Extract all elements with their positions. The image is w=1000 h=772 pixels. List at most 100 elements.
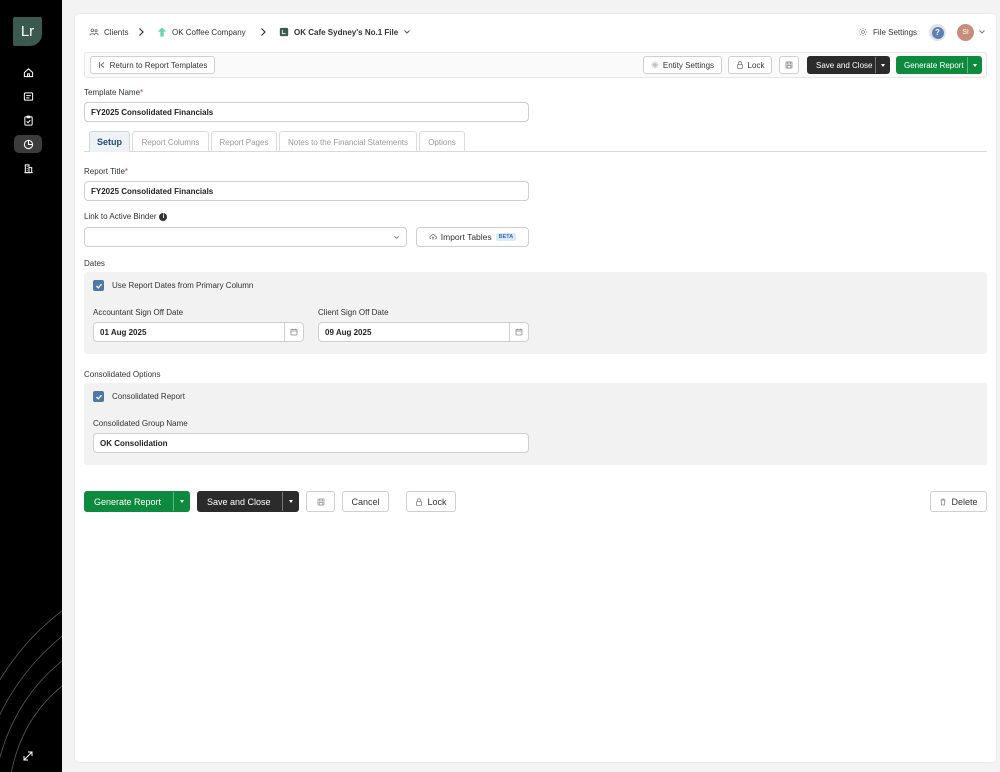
tab-report-columns[interactable]: Report Columns xyxy=(132,131,209,152)
generate-report-label: Generate Report xyxy=(904,60,964,70)
trash-icon xyxy=(940,498,946,505)
save-icon xyxy=(317,498,324,505)
gear-icon xyxy=(651,61,659,69)
tab-options[interactable]: Options xyxy=(419,131,465,152)
nav-clipboard-icon[interactable] xyxy=(14,111,42,129)
use-report-dates-checkbox[interactable] xyxy=(93,280,104,291)
delete-label: Delete xyxy=(951,496,978,507)
cancel-button[interactable]: Cancel xyxy=(342,491,389,512)
breadcrumb-file[interactable]: OK Cafe Sydney's No.1 File xyxy=(279,27,411,37)
breadcrumb: Clients OK Coffee Company OK Cafe Sydney… xyxy=(75,14,996,50)
expand-icon[interactable] xyxy=(22,750,34,762)
generate-report-button[interactable]: Generate Report xyxy=(896,56,982,74)
sidebar: Lr xyxy=(0,0,62,772)
beta-badge: BETA xyxy=(495,233,517,241)
footer-save-and-close-label: Save and Close xyxy=(207,496,271,507)
template-name-label: Template Name* xyxy=(84,88,143,97)
footer-save-and-close-button[interactable]: Save and Close xyxy=(197,491,299,512)
required-marker: * xyxy=(124,167,129,176)
entity-settings-label: Entity Settings xyxy=(662,60,715,70)
accountant-signoff-input[interactable]: 01 Aug 2025 xyxy=(93,322,304,342)
footer-save-and-close-dropdown[interactable] xyxy=(282,492,298,511)
return-to-templates-button[interactable]: Return to Report Templates xyxy=(90,56,215,74)
save-and-close-button[interactable]: Save and Close xyxy=(807,56,890,74)
tab-bar: Setup Report Columns Report Pages Notes … xyxy=(84,130,987,152)
delete-button[interactable]: Delete xyxy=(930,491,987,512)
consolidated-heading: Consolidated Options xyxy=(84,370,161,379)
save-icon-button[interactable] xyxy=(779,56,799,74)
help-glyph: ? xyxy=(931,26,944,39)
accountant-signoff-value: 01 Aug 2025 xyxy=(100,327,147,337)
required-marker: * xyxy=(140,88,144,97)
generate-report-dropdown[interactable] xyxy=(967,57,981,73)
gear-icon xyxy=(858,27,868,37)
app-logo[interactable]: Lr xyxy=(13,17,42,46)
chevron-down-icon[interactable] xyxy=(978,28,986,36)
tab-report-pages[interactable]: Report Pages xyxy=(211,131,277,152)
toolbar: Return to Report Templates Entity Settin… xyxy=(84,52,987,78)
dates-heading: Dates xyxy=(84,259,105,268)
entity-settings-button[interactable]: Entity Settings xyxy=(643,56,722,74)
calendar-button[interactable] xyxy=(284,323,303,341)
nav-list-icon[interactable] xyxy=(14,87,42,105)
import-tables-label: Import Tables xyxy=(440,232,492,242)
template-name-label-text: Template Name xyxy=(84,88,141,97)
calendar-button[interactable] xyxy=(509,323,528,341)
checkmark-icon xyxy=(95,283,102,289)
footer-lock-button[interactable]: Lock xyxy=(406,491,456,512)
tab-notes[interactable]: Notes to the Financial Statements xyxy=(279,131,417,152)
breadcrumb-company[interactable]: OK Coffee Company xyxy=(157,27,246,37)
use-report-dates-label: Use Report Dates from Primary Column xyxy=(112,281,254,290)
users-icon xyxy=(89,28,99,36)
file-icon xyxy=(279,27,289,37)
client-signoff-input[interactable]: 09 Aug 2025 xyxy=(318,322,529,342)
company-arrow-icon xyxy=(157,27,167,37)
footer-generate-report-dropdown[interactable] xyxy=(173,492,189,511)
consolidated-report-checkbox[interactable] xyxy=(93,391,104,402)
file-settings-label: File Settings xyxy=(873,27,918,37)
save-and-close-dropdown[interactable] xyxy=(875,57,889,73)
lock-button[interactable]: Lock xyxy=(728,56,772,74)
save-and-close-label: Save and Close xyxy=(816,60,873,70)
dates-panel: Use Report Dates from Primary Column Acc… xyxy=(84,272,987,354)
footer-lock-label: Lock xyxy=(427,496,447,507)
import-tables-button[interactable]: Import Tables BETA xyxy=(416,227,529,247)
decorative-arcs-icon xyxy=(0,610,62,772)
avatar[interactable]: SI xyxy=(957,24,974,41)
consolidated-report-label: Consolidated Report xyxy=(112,392,185,401)
return-label: Return to Report Templates xyxy=(109,60,208,70)
nav-building-icon[interactable] xyxy=(14,159,42,177)
cloud-upload-icon xyxy=(429,234,437,240)
report-title-input[interactable]: FY2025 Consolidated Financials xyxy=(84,181,529,201)
group-name-input[interactable]: OK Consolidation xyxy=(93,433,529,453)
binder-select[interactable] xyxy=(84,227,407,247)
template-name-input[interactable]: FY2025 Consolidated Financials xyxy=(84,102,529,122)
lock-icon xyxy=(416,497,423,506)
breadcrumb-clients[interactable]: Clients xyxy=(89,27,128,37)
footer-generate-report-label: Generate Report xyxy=(94,496,162,507)
client-signoff-label: Client Sign Off Date xyxy=(318,308,389,317)
group-name-label: Consolidated Group Name xyxy=(93,419,188,428)
help-icon[interactable]: ? xyxy=(929,24,946,41)
info-icon[interactable]: i xyxy=(159,212,168,221)
breadcrumb-company-label: OK Coffee Company xyxy=(172,27,246,37)
footer-save-icon-button[interactable] xyxy=(306,491,335,512)
cancel-label: Cancel xyxy=(351,496,380,507)
accountant-signoff-label: Accountant Sign Off Date xyxy=(93,308,184,317)
binder-label-text: Link to Active Binder xyxy=(84,212,157,221)
footer-generate-report-button[interactable]: Generate Report xyxy=(84,491,190,512)
checkmark-icon xyxy=(95,394,102,400)
nav-home-icon[interactable] xyxy=(14,63,42,81)
breadcrumb-file-label: OK Cafe Sydney's No.1 File xyxy=(294,27,399,37)
lock-icon xyxy=(736,61,743,69)
consolidated-panel: Consolidated Report Consolidated Group N… xyxy=(84,383,987,465)
client-signoff-value: 09 Aug 2025 xyxy=(325,327,372,337)
report-title-label: Report Title* xyxy=(84,167,128,176)
nav-reports-icon[interactable] xyxy=(14,135,42,153)
save-icon xyxy=(785,61,793,69)
back-to-start-icon xyxy=(98,62,104,68)
file-settings-button[interactable]: File Settings xyxy=(858,27,917,37)
lock-label: Lock xyxy=(747,60,765,70)
chevron-down-icon xyxy=(404,30,411,34)
tab-setup[interactable]: Setup xyxy=(89,131,130,152)
